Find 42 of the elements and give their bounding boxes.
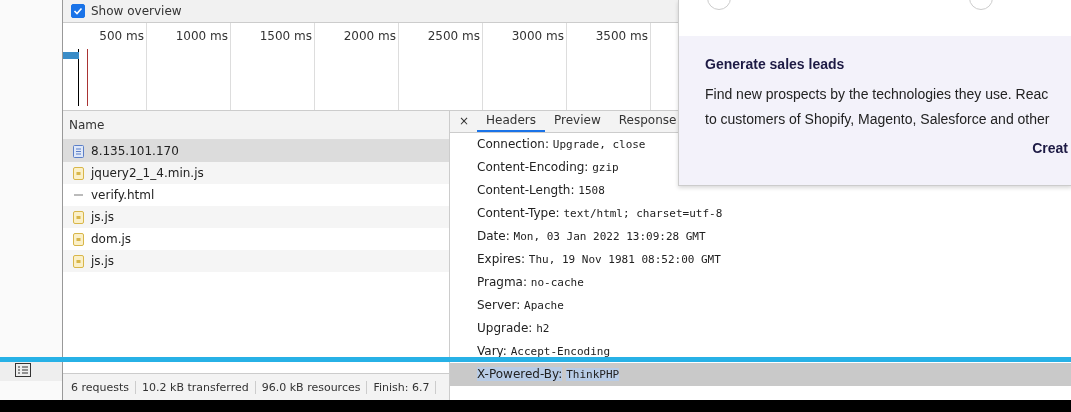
tab[interactable]: Headers bbox=[477, 113, 545, 132]
header-row[interactable]: Vary: Accept-Encoding bbox=[450, 340, 1071, 363]
script-file-icon bbox=[73, 166, 84, 180]
card-title: Generate sales leads bbox=[705, 56, 846, 72]
header-row[interactable]: Pragma: no-cache bbox=[450, 271, 1071, 294]
header-row[interactable]: Server: Apache bbox=[450, 294, 1071, 317]
show-overview-checkbox[interactable]: Show overview bbox=[71, 4, 182, 18]
header-row[interactable]: Content-Type: text/html; charset=utf-8 bbox=[450, 202, 1071, 225]
status-text: 96.0 kB resources bbox=[255, 380, 368, 394]
request-row[interactable]: dom.js bbox=[63, 228, 449, 250]
column-header[interactable]: Name bbox=[63, 111, 449, 140]
status-text: 10.2 kB transferred bbox=[136, 380, 256, 394]
request-row[interactable]: 8.135.101.170 bbox=[63, 140, 449, 162]
card-text: Find new prospects by the technologies they use. Reac bbox=[705, 85, 1050, 104]
tick-label: 2500 ms bbox=[427, 29, 480, 43]
tick-label: 1000 ms bbox=[175, 29, 228, 43]
request-row[interactable]: js.js bbox=[63, 250, 449, 272]
tick-label: 3500 ms bbox=[595, 29, 648, 43]
status-text: Finish: 6.7 bbox=[367, 380, 437, 394]
header-row[interactable]: X-Powered-By: ThinkPHP bbox=[450, 363, 1071, 386]
header-row[interactable]: Expires: Thu, 19 Nov 1981 08:52:00 GMT bbox=[450, 248, 1071, 271]
tick-label: 3000 ms bbox=[511, 29, 564, 43]
waterfall-bars bbox=[63, 49, 91, 106]
document-icon bbox=[73, 144, 84, 158]
create-link[interactable]: Creat bbox=[705, 140, 1071, 156]
header-row[interactable]: Date: Mon, 03 Jan 2022 13:09:28 GMT bbox=[450, 225, 1071, 248]
tick-label: 1500 ms bbox=[259, 29, 312, 43]
tick-label: 2000 ms bbox=[343, 29, 396, 43]
list-icon[interactable] bbox=[15, 363, 31, 377]
tab[interactable]: Preview bbox=[545, 113, 610, 132]
request-row[interactable]: js.js bbox=[63, 206, 449, 228]
close-button[interactable]: × bbox=[450, 114, 478, 132]
status-text: 6 requests bbox=[71, 380, 137, 394]
tick-label: 500 ms bbox=[99, 29, 144, 43]
script-file-icon bbox=[73, 254, 84, 268]
script-file-icon bbox=[73, 210, 84, 224]
request-row[interactable]: jquery2_1_4.min.js bbox=[63, 162, 449, 184]
request-row[interactable]: verify.html bbox=[63, 184, 449, 206]
checkmark-icon bbox=[73, 6, 83, 16]
header-row[interactable]: Upgrade: h2 bbox=[450, 317, 1071, 340]
script-file-icon bbox=[73, 232, 84, 246]
card-text: to customers of Shopify, Magento, Salesforce and other bbox=[705, 110, 1051, 129]
